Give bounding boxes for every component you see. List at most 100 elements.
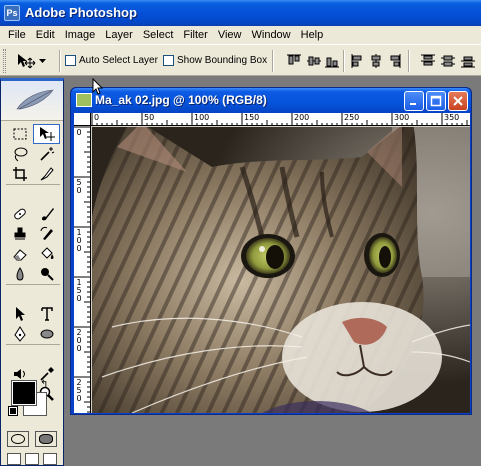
lasso-tool[interactable] xyxy=(6,144,33,164)
mouse-cursor xyxy=(92,78,104,95)
default-colors-icon[interactable] xyxy=(8,406,18,416)
close-button[interactable] xyxy=(448,91,468,111)
pen-tool[interactable] xyxy=(6,324,33,344)
ruler-v-label: 5 0 xyxy=(76,178,82,195)
distribute-top-edges-icon[interactable] xyxy=(420,53,436,69)
menu-view[interactable]: View xyxy=(213,26,247,44)
document-window: Ma_ak 02.jpg @ 100% (RGB/8) 0 50 100 150 200… xyxy=(70,87,472,415)
foreground-color-swatch[interactable] xyxy=(11,380,37,406)
path-selection-icon xyxy=(15,307,25,321)
standard-screen-mode-button[interactable] xyxy=(7,453,21,465)
type-tool[interactable] xyxy=(33,304,60,324)
paint-bucket-icon xyxy=(40,247,53,259)
vertical-ruler[interactable]: 0 5 0 1 0 0 1 5 0 2 0 0 2 5 0 xyxy=(74,126,91,413)
tool-preset-picker[interactable] xyxy=(12,49,56,73)
menu-help[interactable]: Help xyxy=(296,26,329,44)
blur-tool[interactable] xyxy=(6,264,33,284)
brush-tool[interactable] xyxy=(33,204,60,224)
color-swatches: ↰ xyxy=(8,379,57,421)
align-horizontal-centers-icon[interactable] xyxy=(368,53,384,69)
slice-knife-icon xyxy=(40,167,54,181)
menu-image[interactable]: Image xyxy=(60,26,101,44)
tabby-cat-photo xyxy=(92,127,470,413)
options-bar-grip[interactable] xyxy=(3,49,6,73)
stamp-icon xyxy=(14,227,25,240)
magic-wand-tool[interactable] xyxy=(33,144,60,164)
close-icon xyxy=(453,96,463,106)
full-screen-mode-button[interactable] xyxy=(43,453,57,465)
shape-tool[interactable] xyxy=(33,324,60,344)
align-left-edges-icon[interactable] xyxy=(350,53,366,69)
ruler-h-label: 100 xyxy=(194,113,210,122)
menu-layer[interactable]: Layer xyxy=(100,26,138,44)
distribute-bottom-edges-icon[interactable] xyxy=(460,53,476,69)
history-brush-tool[interactable] xyxy=(33,224,60,244)
align-top-edges-icon[interactable] xyxy=(286,53,302,69)
show-bounding-box-option[interactable]: Show Bounding Box xyxy=(163,55,267,66)
crop-tool[interactable] xyxy=(6,164,33,184)
auto-select-layer-checkbox[interactable] xyxy=(65,55,76,66)
toolbox-divider xyxy=(6,184,60,188)
dodge-icon xyxy=(40,268,54,281)
brush-icon xyxy=(41,208,54,221)
app-title-bar[interactable]: Ps Adobe Photoshop xyxy=(0,0,481,26)
toolbox-header[interactable] xyxy=(1,81,63,121)
ruler-h-label: 50 xyxy=(144,113,155,122)
rectangular-marquee-tool[interactable] xyxy=(6,124,33,144)
mask-mode-buttons xyxy=(7,431,57,447)
separator xyxy=(59,50,61,72)
photoshop-app-icon: Ps xyxy=(4,5,20,21)
eraser-tool[interactable] xyxy=(6,244,33,264)
lasso-icon xyxy=(14,147,27,162)
path-selection-tool[interactable] xyxy=(6,304,33,324)
crop-icon xyxy=(12,167,27,181)
maximize-button[interactable] xyxy=(426,91,446,111)
show-bounding-box-checkbox[interactable] xyxy=(163,55,174,66)
paint-bucket-tool[interactable] xyxy=(33,244,60,264)
image-canvas[interactable] xyxy=(92,127,470,413)
menu-edit[interactable]: Edit xyxy=(31,26,60,44)
ruler-h-label: 300 xyxy=(394,113,410,122)
quick-mask-icon xyxy=(39,434,53,444)
menu-window[interactable]: Window xyxy=(247,26,296,44)
toolbox-divider xyxy=(6,284,60,288)
vertical-ruler-ticks xyxy=(74,126,90,413)
menu-select[interactable]: Select xyxy=(138,26,179,44)
auto-select-layer-option[interactable]: Auto Select Layer xyxy=(65,55,158,66)
minimize-icon xyxy=(410,103,416,105)
swap-colors-icon[interactable]: ↰ xyxy=(40,379,48,390)
app-title: Adobe Photoshop xyxy=(25,5,137,20)
options-bar: Auto Select Layer Show Bounding Box xyxy=(0,44,481,76)
standard-mode-button[interactable] xyxy=(7,431,29,447)
quick-mask-mode-button[interactable] xyxy=(35,431,57,447)
menu-file[interactable]: File xyxy=(3,26,31,44)
align-bottom-edges-icon[interactable] xyxy=(324,53,340,69)
dodge-tool[interactable] xyxy=(33,264,60,284)
minimize-button[interactable] xyxy=(404,91,424,111)
ruler-v-label: 1 5 0 xyxy=(76,278,82,303)
document-title: Ma_ak 02.jpg @ 100% (RGB/8) xyxy=(95,93,267,107)
show-bounding-box-label: Show Bounding Box xyxy=(177,55,268,66)
clone-stamp-tool[interactable] xyxy=(6,224,33,244)
document-icon xyxy=(76,93,92,107)
slice-tool[interactable] xyxy=(33,164,60,184)
align-vertical-centers-icon[interactable] xyxy=(306,53,322,69)
move-tool[interactable] xyxy=(33,124,60,144)
document-title-bar[interactable]: Ma_ak 02.jpg @ 100% (RGB/8) xyxy=(71,88,471,113)
toolbox-divider xyxy=(6,344,60,348)
tools-grid xyxy=(6,124,60,404)
full-screen-menu-mode-button[interactable] xyxy=(25,453,39,465)
horizontal-ruler[interactable]: 0 50 100 150 200 250 300 350 xyxy=(91,113,470,126)
align-right-edges-icon[interactable] xyxy=(386,53,402,69)
move-icon xyxy=(39,127,55,141)
ruler-h-label: 0 xyxy=(94,113,100,122)
ruler-v-label: 2 5 0 xyxy=(76,378,82,403)
ruler-h-label: 350 xyxy=(444,113,460,122)
standard-mode-icon xyxy=(11,434,25,444)
ruler-origin[interactable] xyxy=(74,113,91,126)
menu-filter[interactable]: Filter xyxy=(178,26,212,44)
toolbox-panel: ↰ xyxy=(0,78,64,466)
distribute-vertical-centers-icon[interactable] xyxy=(440,53,456,69)
healing-brush-tool[interactable] xyxy=(6,204,33,224)
ruler-h-label: 250 xyxy=(344,113,360,122)
